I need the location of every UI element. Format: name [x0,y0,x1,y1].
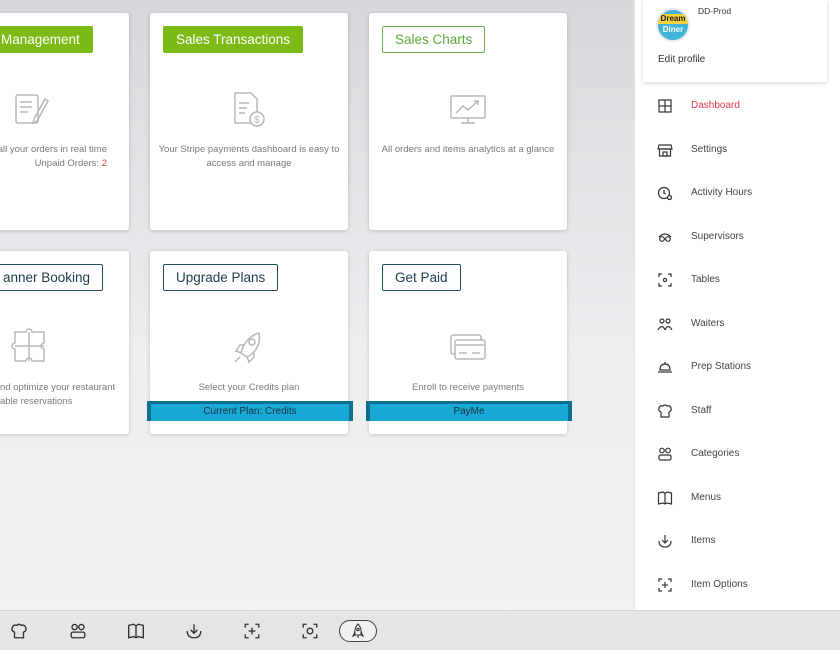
sidebar-item-tables[interactable]: Tables [635,260,840,300]
avatar[interactable]: Dream Diner [656,8,690,42]
sidebar-item-settings[interactable]: Settings [635,130,840,170]
items-icon [657,533,673,549]
credit-card-icon [448,327,488,367]
card-description: of all your orders in real time Unpaid O… [0,144,107,169]
card-title[interactable]: Sales Charts [382,26,486,53]
current-plan-bar[interactable]: Current Plan: Credits [147,401,353,421]
card-description: Select your Credits plan [198,382,300,393]
dashboard-main: Management of all your orders in real ti… [0,0,634,610]
card-title[interactable]: Upgrade Plans [163,264,279,291]
sidebar-item-supervisors[interactable]: Supervisors [635,217,840,257]
profile-name: DD-Prod [698,6,732,16]
order-management-card[interactable]: Management of all your orders in real ti… [0,13,129,230]
categories-icon [657,446,673,462]
sidebar-item-menus[interactable]: Menus [635,478,840,518]
categories-icon[interactable] [69,622,87,640]
payme-bar[interactable]: PayMe [366,401,572,421]
waiters-icon [657,316,673,332]
sales-charts-card[interactable]: Sales Charts All orders and items analyt… [369,13,567,230]
bottom-toolbar [0,610,840,650]
item-options-icon[interactable] [243,622,261,640]
card-description: Your Stripe payments dashboard is easy t… [158,144,340,169]
card-description: All orders and items analytics at a glan… [381,144,555,155]
sidebar-item-prep-stations[interactable]: Prep Stations [635,347,840,387]
clock-icon [657,185,673,201]
sales-transactions-card[interactable]: Sales Transactions $ Your Stripe payment… [150,13,348,230]
store-icon [657,142,673,158]
chef-hat-icon [657,403,673,419]
sidebar-item-categories[interactable]: Categories [635,434,840,474]
sidebar-item-item-options[interactable]: Item Options [635,565,840,605]
invoice-dollar-icon: $ [229,89,269,129]
cloche-icon [657,359,673,375]
item-options-icon [657,577,673,593]
menu-book-icon[interactable] [127,622,145,640]
card-description: Enroll to receive payments [412,382,524,393]
card-title[interactable]: anner Booking [0,264,104,291]
sidebar: Dream Diner DD-Prod Edit profile Dashboa… [634,0,840,610]
rocket-icon[interactable] [339,620,377,642]
puzzle-icon [10,327,50,367]
supervisor-icon [657,229,673,245]
sidebar-item-activity-hours[interactable]: Activity Hours [635,173,840,213]
card-description: nd optimize your restaurant able reserva… [0,382,116,407]
profile-card: Dream Diner DD-Prod Edit profile [643,0,827,82]
planner-booking-card[interactable]: anner Booking nd optimize your restauran… [0,251,129,434]
chef-hat-icon[interactable] [10,622,28,640]
card-title[interactable]: Management [0,26,93,53]
sidebar-item-dashboard[interactable]: Dashboard [635,86,840,126]
scan-icon[interactable] [301,622,319,640]
card-title[interactable]: Get Paid [382,264,461,291]
sidebar-item-items[interactable]: Items [635,521,840,561]
items-icon[interactable] [185,622,203,640]
dashboard-icon [657,98,673,114]
order-form-icon [10,89,50,129]
svg-text:$: $ [254,115,260,126]
rocket-icon [229,327,269,367]
analytics-monitor-icon [448,89,488,129]
edit-profile-link[interactable]: Edit profile [658,54,705,65]
menu-book-icon [657,490,673,506]
unpaid-orders-count: 2 [101,158,107,169]
card-title[interactable]: Sales Transactions [163,26,304,53]
sidebar-item-staff[interactable]: Staff [635,391,840,431]
sidebar-item-waiters[interactable]: Waiters [635,304,840,344]
table-icon [657,272,673,288]
